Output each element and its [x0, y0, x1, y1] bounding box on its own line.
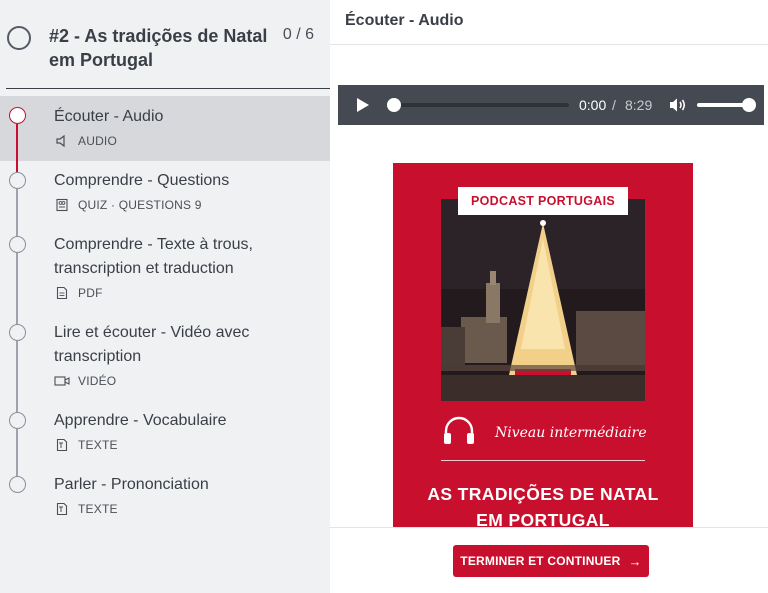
podcast-badge: PODCAST PORTUGAIS	[458, 187, 628, 215]
headphones-icon	[444, 416, 474, 444]
progress-handle[interactable]	[387, 98, 401, 112]
total-time: 8:29	[625, 97, 653, 113]
time-separator: /	[612, 97, 616, 113]
lesson-type-label: PDF	[78, 286, 103, 300]
lesson-type-label: TEXTE	[78, 438, 118, 452]
content-footer: TERMINER ET CONTINUER →	[330, 527, 768, 593]
text-icon	[54, 437, 70, 453]
lesson-status-dot	[9, 172, 26, 189]
speaker-icon	[54, 133, 70, 149]
current-time: 0:00	[579, 97, 607, 113]
volume-icon[interactable]	[669, 97, 687, 113]
arrow-right-icon: →	[628, 553, 642, 569]
lesson-item-comprendre-questions[interactable]: Comprendre - Questions QUIZ · QUESTIONS …	[0, 161, 330, 225]
level-label: Niveau intermédiaire	[495, 425, 647, 441]
chapter-header[interactable]: #2 - As tradições de Natal em Portugal 0…	[0, 0, 330, 90]
lesson-title: Comprendre - Questions	[54, 172, 230, 189]
chapter-title: #2 - As tradições de Natal em Portugal	[49, 26, 268, 70]
quiz-icon	[54, 197, 70, 213]
chapter-status-circle	[7, 26, 31, 50]
volume-handle[interactable]	[742, 98, 756, 112]
play-icon[interactable]	[356, 97, 370, 113]
lesson-status-dot	[9, 236, 26, 253]
text-icon	[54, 501, 70, 517]
lesson-item-ecouter-audio[interactable]: Écouter - Audio AUDIO	[0, 96, 330, 161]
finish-and-continue-button[interactable]: TERMINER ET CONTINUER →	[453, 545, 649, 577]
lesson-title: Parler - Prononciation	[54, 476, 209, 493]
lesson-type-label: VIDÉO	[78, 374, 117, 388]
lesson-item-lire-ecouter-video[interactable]: Lire et écouter - Vidéo avec transcripti…	[0, 313, 330, 401]
lesson-content: Écouter - Audio 0:00 / 8:29 PODCAST PORT…	[330, 0, 768, 593]
lesson-title: Lire et écouter - Vidéo avec transcripti…	[54, 324, 250, 365]
lesson-meta: PDF	[54, 285, 103, 301]
poster-divider	[441, 460, 645, 461]
podcast-cover: PODCAST PORTUGAIS Niveau intermédiaire A…	[393, 163, 693, 527]
lesson-meta: VIDÉO	[54, 373, 116, 389]
lesson-title: Écouter - Audio	[54, 108, 164, 125]
lesson-title: Apprendre - Vocabulaire	[54, 412, 227, 429]
lesson-meta: TEXTE	[54, 437, 118, 453]
poster-headline: AS TRADIÇÕES DE NATAL EM PORTUGAL	[427, 484, 659, 527]
finish-button-label: TERMINER ET CONTINUER	[460, 554, 621, 568]
chapter-progress: 0 / 6	[282, 26, 314, 43]
page-title: Écouter - Audio	[345, 12, 464, 29]
pdf-icon	[54, 285, 70, 301]
chapter-divider	[6, 88, 330, 89]
lesson-item-apprendre-vocabulaire[interactable]: Apprendre - Vocabulaire TEXTE	[0, 401, 330, 465]
lesson-meta: TEXTE	[54, 501, 118, 517]
lesson-meta: QUIZ · QUESTIONS 9	[54, 197, 202, 213]
lesson-status-dot	[9, 324, 26, 341]
timeline-line-active	[16, 124, 18, 172]
lesson-title: Comprendre - Texte à trous, transcriptio…	[54, 236, 253, 277]
lesson-meta: AUDIO	[54, 133, 117, 149]
audio-player: 0:00 / 8:29	[338, 85, 764, 125]
lesson-status-dot	[9, 107, 26, 124]
lesson-status-dot	[9, 412, 26, 429]
christmas-tree-photo	[441, 199, 645, 401]
lesson-item-parler-prononciation[interactable]: Parler - Prononciation TEXTE	[0, 465, 330, 529]
video-icon	[54, 373, 70, 389]
lesson-status-dot	[9, 476, 26, 493]
progress-track[interactable]	[393, 103, 569, 107]
course-sidebar: #2 - As tradições de Natal em Portugal 0…	[0, 0, 330, 593]
lesson-type-label: TEXTE	[78, 502, 118, 516]
content-header: Écouter - Audio	[330, 0, 768, 45]
lesson-type-label: AUDIO	[78, 134, 118, 148]
lesson-item-comprendre-texte[interactable]: Comprendre - Texte à trous, transcriptio…	[0, 225, 330, 313]
lesson-type-label: QUIZ · QUESTIONS 9	[78, 198, 202, 212]
